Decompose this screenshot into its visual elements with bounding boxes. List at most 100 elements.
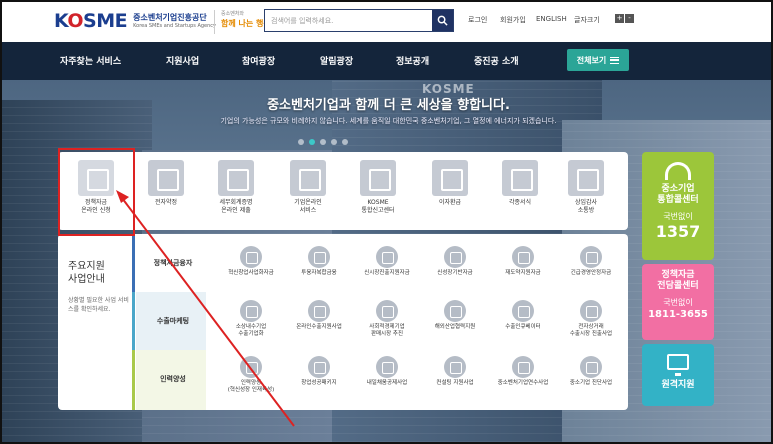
slide-dot[interactable]	[320, 139, 326, 145]
support-item[interactable]: 해외산업협력지원	[424, 300, 486, 331]
monitor-icon	[667, 354, 689, 376]
quick-item-e-contract[interactable]: 전자약정	[134, 160, 198, 207]
hero-title: 중소벤처기업과 함께 더 큰 세상을 향합니다.	[267, 98, 510, 113]
support-item-label: 소상내수기업 수출기업화	[235, 324, 267, 337]
cart-icon	[580, 300, 602, 322]
support-item[interactable]: 중소기업 진단사업	[560, 356, 622, 387]
support-item-label: 온라인수출지원사업	[296, 324, 342, 330]
join-link[interactable]: 회원가입	[500, 15, 526, 25]
quick-label: 상임감사 소통방	[574, 199, 598, 214]
font-minus-button[interactable]: -	[625, 14, 634, 23]
highlight-box	[58, 148, 135, 236]
support-item-label: 투융자복합금융	[301, 270, 337, 276]
slide-dot-active[interactable]	[309, 139, 315, 145]
policy-center-sub: 국번없이	[663, 298, 693, 307]
quick-label: 세무회계증명 온라인 제출	[219, 199, 253, 214]
nav-participation[interactable]: 참여광장	[242, 54, 275, 67]
quick-item-forms[interactable]: 각종서식	[488, 160, 552, 207]
policy-call-center[interactable]: 정책자금 전담콜센터 국번없이 1811-3655	[642, 264, 714, 340]
quick-item-tax-docs[interactable]: 세무회계증명 온라인 제출	[204, 160, 268, 215]
support-item[interactable]: 전자상거래 수출시장 진출사업	[560, 300, 622, 338]
search-icon	[437, 15, 448, 26]
search-button[interactable]	[432, 10, 453, 31]
call-center-number: 1357	[655, 222, 701, 241]
category-bar-funding	[132, 234, 135, 292]
support-item-label: 중소벤처기업연수사업	[497, 380, 549, 386]
main-nav: 자주찾는 서비스 지원사업 참여광장 알림광장 정보공개 중진공 소개	[2, 42, 771, 80]
support-item[interactable]: 온라인수출지원사업	[288, 300, 350, 331]
category-hr[interactable]: 인력양성	[138, 374, 208, 384]
headset-icon	[665, 162, 691, 180]
search-box	[264, 9, 454, 32]
nav-notice[interactable]: 알림광장	[320, 54, 353, 67]
font-plus-button[interactable]: +	[615, 14, 624, 23]
call-center-title: 중소기업 통합콜센터	[657, 184, 699, 205]
remote-support[interactable]: 원격지원	[642, 344, 714, 406]
quick-item-report-center[interactable]: KOSME 통합신고센터	[346, 160, 410, 215]
support-item[interactable]: 중소벤처기업연수사업	[492, 356, 554, 387]
funding-icon	[240, 246, 262, 268]
slide-dot[interactable]	[342, 139, 348, 145]
stairs-icon	[308, 356, 330, 378]
support-item[interactable]: 소상내수기업 수출기업화	[220, 300, 282, 338]
support-item[interactable]: 컨설팅 지원사업	[424, 356, 486, 387]
policy-center-title: 정책자금 전담콜센터	[657, 270, 699, 291]
bell-icon	[360, 160, 396, 196]
search-input[interactable]	[265, 10, 432, 31]
support-item[interactable]: 투융자복합금융	[288, 246, 350, 277]
support-item[interactable]: 신시장진출지원자금	[356, 246, 418, 277]
quick-label: 이자환급	[438, 199, 462, 206]
support-item[interactable]: 수출인큐베이터	[492, 300, 554, 331]
support-intro: 주요지원 사업안내 상황별 필요한 사업 서비스를 확인하세요.	[58, 234, 134, 410]
support-item-label: 수출인큐베이터	[505, 324, 541, 330]
support-item[interactable]: 창업성공패키지	[288, 356, 350, 387]
login-link[interactable]: 로그인	[468, 15, 487, 25]
piggy-bank-icon	[376, 356, 398, 378]
nav-favorites[interactable]: 자주찾는 서비스	[60, 54, 121, 67]
english-link[interactable]: ENGLISH	[536, 15, 567, 23]
quick-item-interest-refund[interactable]: 이자환급	[418, 160, 482, 207]
sme-call-center[interactable]: 중소기업 통합콜센터 국번없이 1357	[642, 152, 714, 260]
support-item[interactable]: 긴급경영안정자금	[560, 246, 622, 277]
nav-support[interactable]: 지원사업	[166, 54, 199, 67]
kosme-logo[interactable]: KOSME 중소벤처기업진흥공단 Korea SMEs and Startups…	[54, 10, 216, 32]
support-item-label: 컨설팅 지원사업	[436, 380, 474, 386]
money-icon	[432, 160, 468, 196]
support-item[interactable]: 신성장기반자금	[424, 246, 486, 277]
support-item-label: 창업성공패키지	[301, 380, 337, 386]
support-item-label: 사회적경제기업 판매시장 추진	[369, 324, 405, 337]
support-item[interactable]: 내일채움공제사업	[356, 356, 418, 387]
emergency-icon	[580, 246, 602, 268]
category-export[interactable]: 수출마케팅	[138, 316, 208, 326]
hero-subtitle: 기업의 가능성은 규모와 비례하지 않습니다. 세계를 움직일 대한민국 중소벤…	[220, 117, 557, 125]
laptop-icon	[308, 300, 330, 322]
support-item-label: 신시장진출지원자금	[364, 270, 410, 276]
quick-item-online-service[interactable]: 기업온라인 서비스	[276, 160, 340, 215]
people-icon	[376, 300, 398, 322]
support-item-label: 인력양성 (혁신성장 인재육성)	[227, 380, 275, 393]
font-size-label: 글자크기	[574, 16, 600, 24]
slide-dot[interactable]	[331, 139, 337, 145]
nav-about[interactable]: 중진공 소개	[474, 54, 519, 67]
support-item[interactable]: 인력양성 (혁신성장 인재육성)	[220, 356, 282, 394]
slide-dot[interactable]	[298, 139, 304, 145]
view-all-button[interactable]: 전체보기	[567, 49, 629, 71]
phone-icon	[308, 246, 330, 268]
call-center-sub: 국번없이	[663, 212, 693, 221]
quick-label: 전자약정	[154, 199, 178, 206]
support-item-label: 전자상거래 수출시장 진출사업	[569, 324, 613, 337]
top-bar: KOSME 중소벤처기업진흥공단 Korea SMEs and Startups…	[2, 2, 771, 42]
category-funding[interactable]: 정책자금융자	[138, 258, 208, 268]
support-item-label: 신성장기반자금	[437, 270, 473, 276]
nav-disclosure[interactable]: 정보공개	[396, 54, 429, 67]
support-item[interactable]: 혁신창업사업화자금	[220, 246, 282, 277]
support-item[interactable]: 사회적경제기업 판매시장 추진	[356, 300, 418, 338]
main-support-panel: 주요지원 사업안내 상황별 필요한 사업 서비스를 확인하세요. 정책자금융자 …	[58, 234, 628, 410]
document-icon	[218, 160, 254, 196]
logo-kor: 중소벤처기업진흥공단	[133, 12, 207, 22]
support-title: 주요지원 사업안내	[68, 261, 105, 285]
support-item[interactable]: 재도약지원자금	[492, 246, 554, 277]
quick-item-audit-room[interactable]: 상임감사 소통방	[554, 160, 618, 215]
consulting-icon	[444, 356, 466, 378]
support-item-label: 긴급경영안정자금	[570, 270, 612, 276]
